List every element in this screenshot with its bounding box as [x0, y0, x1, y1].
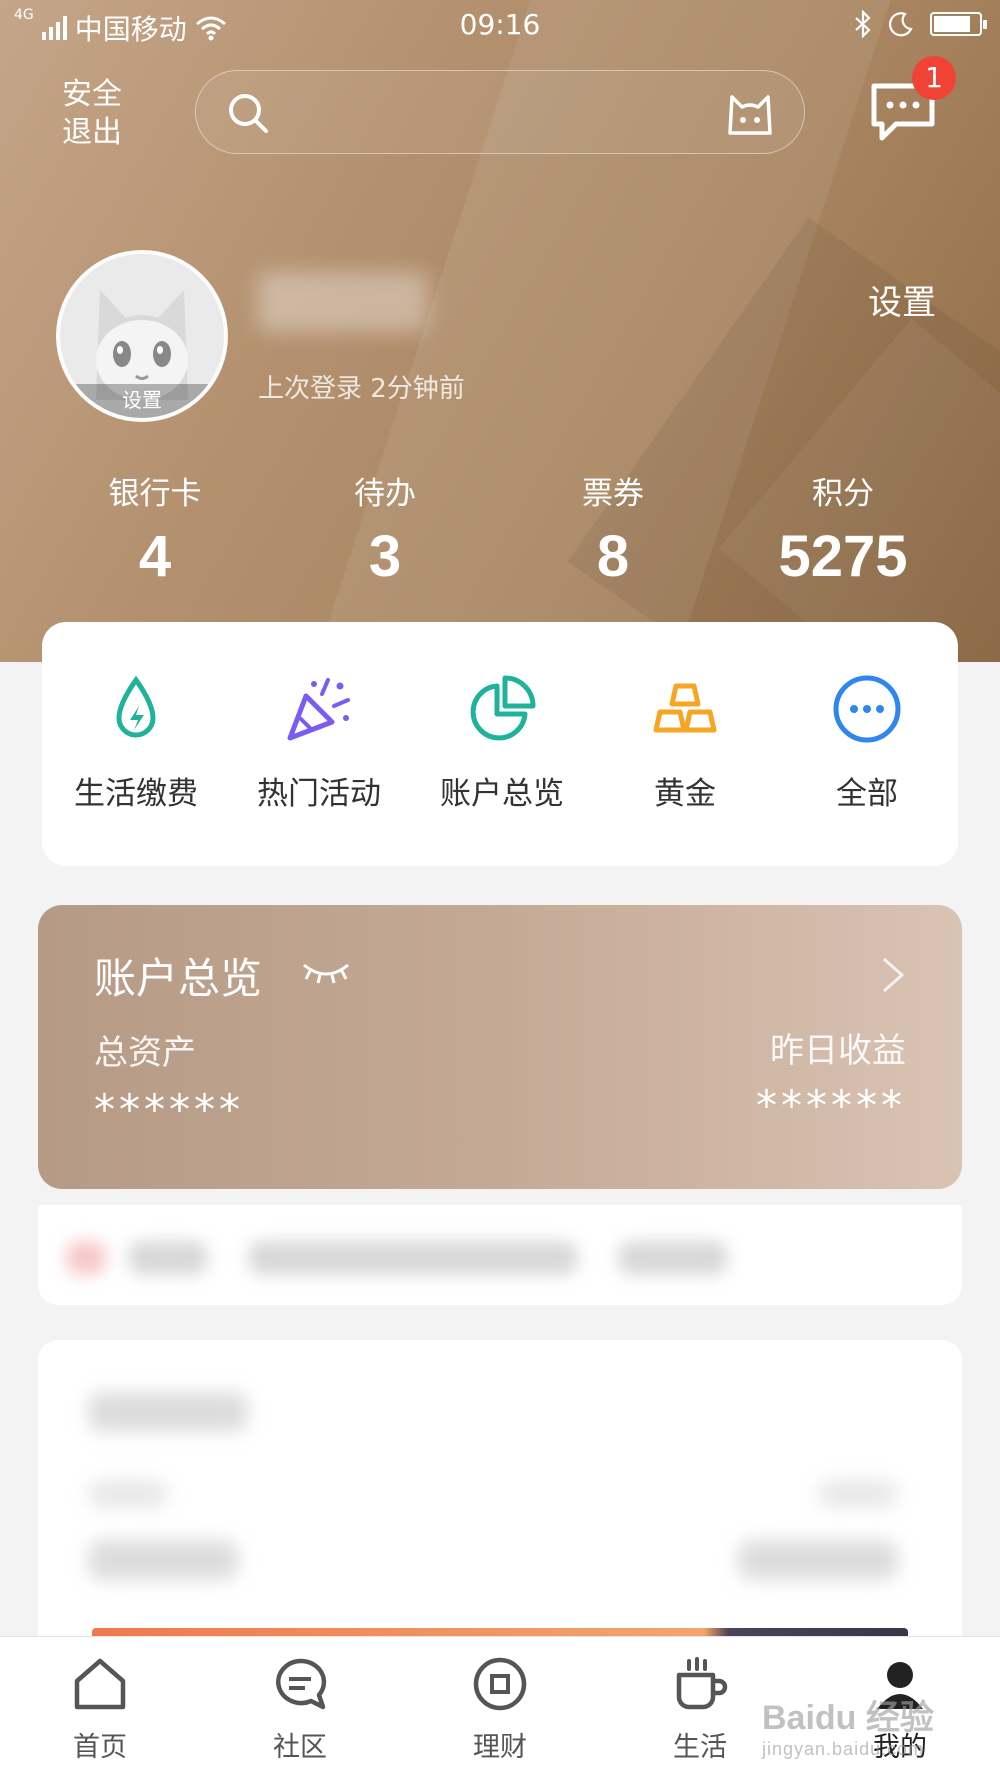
- quick-action-hot-events[interactable]: 热门活动: [239, 672, 399, 813]
- search-icon: [229, 94, 268, 133]
- blurred-content: [128, 1241, 208, 1275]
- total-assets-value: ******: [94, 1085, 244, 1134]
- blurred-content: [88, 1392, 248, 1432]
- last-login-text: 上次登录 2分钟前: [258, 374, 465, 404]
- chat-bubble-icon: [276, 1658, 327, 1710]
- wealth-coin-icon: [473, 1657, 527, 1711]
- voice-assistant-cat-icon[interactable]: [724, 87, 776, 139]
- tab-label: 理财: [473, 1732, 527, 1763]
- settings-button[interactable]: 设置: [868, 275, 936, 324]
- drop-bolt-icon: [116, 675, 156, 738]
- stat-value: 4: [138, 524, 172, 589]
- tab-life[interactable]: 生活: [630, 1655, 770, 1764]
- logout-label: 安全 退出: [62, 77, 122, 150]
- tab-label: 生活: [673, 1732, 727, 1763]
- stat-label: 银行卡: [108, 476, 202, 512]
- pie-chart-icon: [470, 675, 536, 741]
- tab-community[interactable]: 社区: [230, 1655, 370, 1764]
- stats-row: 银行卡 4 待办 3 票券 8 积分 5275: [0, 468, 1000, 590]
- battery-icon: [930, 12, 987, 36]
- eye-closed-icon[interactable]: [300, 957, 352, 985]
- notification-badge: 1: [912, 56, 956, 100]
- coffee-cup-icon: [676, 1657, 728, 1710]
- watermark-brand: Baidu 经验: [762, 1699, 934, 1737]
- yesterday-income-value: ******: [756, 1081, 906, 1130]
- stat-value: 8: [596, 524, 630, 589]
- stat-bank-cards[interactable]: 银行卡 4: [40, 468, 270, 590]
- quick-action-label: 黄金: [654, 776, 716, 812]
- quick-action-label: 全部: [836, 776, 898, 812]
- quick-actions-card: 生活缴费 热门活动 账户总览 黄金 全部: [42, 622, 958, 866]
- search-bar[interactable]: [195, 70, 805, 154]
- blurred-content: [248, 1241, 578, 1275]
- gold-bars-icon: [653, 683, 717, 733]
- party-popper-icon: [287, 678, 350, 741]
- tab-label: 首页: [73, 1732, 127, 1763]
- total-assets-label: 总资产: [94, 1033, 196, 1073]
- home-icon: [74, 1658, 126, 1710]
- blurred-content: [66, 1241, 106, 1275]
- baidu-jingyan-watermark: Baidu 经验 jingyan.baidu.com: [762, 1690, 934, 1760]
- stat-points[interactable]: 积分 5275: [728, 468, 958, 590]
- status-bar: 4G 中国移动 09:16: [0, 0, 1000, 52]
- quick-action-gold[interactable]: 黄金: [605, 672, 765, 813]
- stat-coupons[interactable]: 票券 8: [498, 468, 728, 590]
- logout-button[interactable]: 安全 退出: [62, 76, 152, 152]
- watermark-url: jingyan.baidu.com: [762, 1739, 925, 1759]
- quick-action-label: 生活缴费: [74, 776, 198, 812]
- stat-label: 积分: [812, 476, 874, 512]
- status-right: [854, 10, 987, 38]
- blurred-content: [88, 1480, 168, 1508]
- quick-action-label: 热门活动: [257, 776, 381, 812]
- stat-value: 3: [368, 524, 402, 589]
- status-time: 09:16: [459, 8, 541, 41]
- stat-value: 5275: [778, 524, 908, 589]
- stat-todo[interactable]: 待办 3: [270, 468, 500, 590]
- blurred-notice-card[interactable]: [38, 1205, 962, 1305]
- tab-wealth[interactable]: 理财: [430, 1655, 570, 1764]
- do-not-disturb-moon-icon: [888, 12, 913, 37]
- quick-action-all[interactable]: 全部: [787, 672, 947, 813]
- blurred-content: [818, 1480, 898, 1508]
- username-redacted: [258, 272, 428, 332]
- blurred-content: [738, 1540, 898, 1580]
- quick-action-label: 账户总览: [440, 776, 564, 812]
- avatar-settings-label: 设置: [60, 384, 224, 418]
- chevron-right-icon[interactable]: [880, 955, 906, 995]
- account-overview-title: 账户总览: [94, 954, 263, 1003]
- bluetooth-icon: [855, 10, 871, 38]
- more-dots-icon: [833, 675, 901, 743]
- quick-action-bill-payment[interactable]: 生活缴费: [56, 672, 216, 813]
- stat-label: 待办: [354, 476, 416, 512]
- blurred-content: [88, 1540, 238, 1580]
- blurred-content: [618, 1241, 728, 1275]
- stat-label: 票券: [582, 476, 644, 512]
- avatar[interactable]: 设置: [56, 250, 228, 422]
- yesterday-income-label: 昨日收益: [770, 1031, 906, 1071]
- account-overview-card[interactable]: 账户总览 总资产 昨日收益 ****** ******: [38, 905, 962, 1189]
- tab-home[interactable]: 首页: [30, 1655, 170, 1764]
- quick-action-account-overview[interactable]: 账户总览: [422, 672, 582, 813]
- tab-label: 社区: [273, 1732, 327, 1763]
